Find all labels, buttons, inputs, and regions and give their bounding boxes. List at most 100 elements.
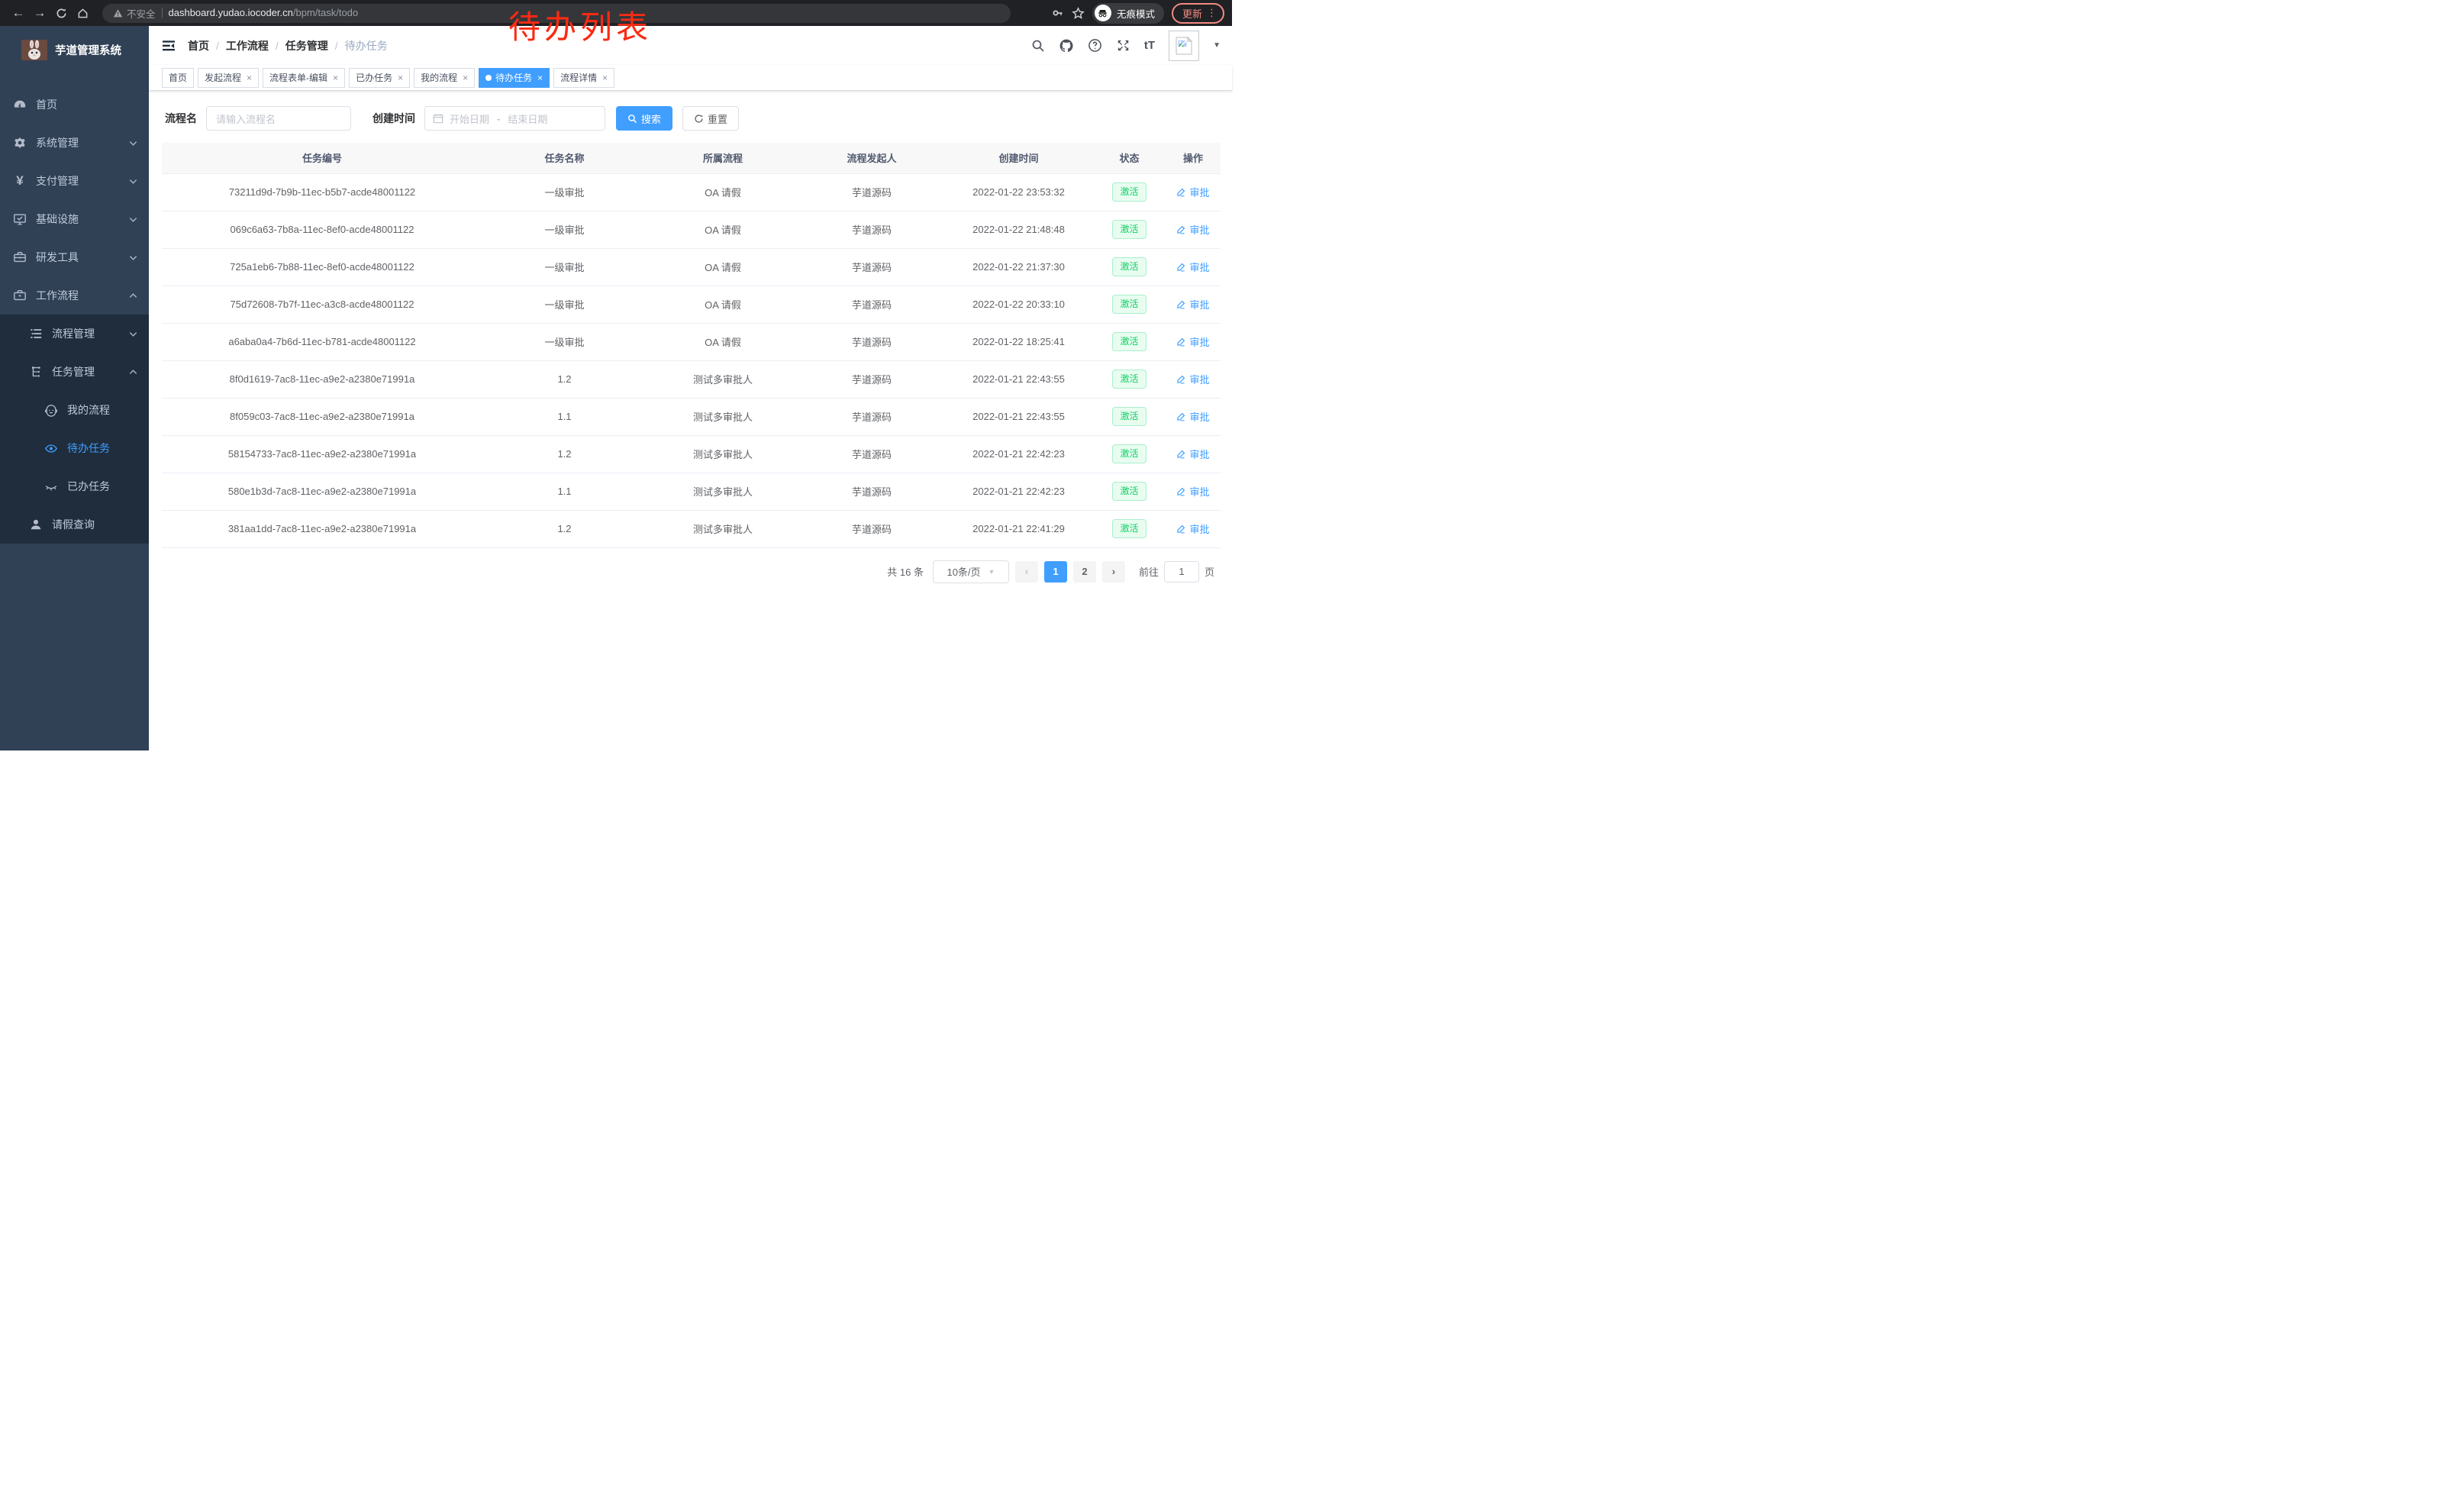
sidebar-item-briefcase[interactable]: 工作流程 xyxy=(0,276,149,315)
col-actions: 操作 xyxy=(1166,143,1221,173)
sidebar-item-tree[interactable]: 任务管理 xyxy=(0,353,149,391)
search-button[interactable]: 搜索 xyxy=(616,106,672,131)
col-status: 状态 xyxy=(1093,143,1166,173)
table-body: 73211d9d-7b9b-11ec-b5b7-acde48001122 一级审… xyxy=(162,173,1221,547)
status-badge: 激活 xyxy=(1112,182,1146,202)
tag-close-icon[interactable]: × xyxy=(398,73,403,83)
next-page-button[interactable]: › xyxy=(1102,561,1125,583)
sidebar-item-gear[interactable]: 系统管理 xyxy=(0,124,149,162)
browser-update-button[interactable]: 更新 ⋮ xyxy=(1172,3,1224,24)
tag-close-icon[interactable]: × xyxy=(247,73,252,83)
chevron-down-icon xyxy=(128,215,138,224)
toolbox-icon xyxy=(13,250,27,264)
yen-icon: ¥ xyxy=(13,174,27,188)
approve-link[interactable]: 审批 xyxy=(1176,372,1209,386)
approve-link[interactable]: 审批 xyxy=(1176,334,1209,349)
approve-link[interactable]: 审批 xyxy=(1176,222,1209,237)
process-name-input[interactable]: 请输入流程名 xyxy=(206,106,351,131)
sidebar-item-label: 基础设施 xyxy=(36,211,79,227)
approve-link[interactable]: 审批 xyxy=(1176,447,1209,461)
approve-link[interactable]: 审批 xyxy=(1176,260,1209,274)
sidebar-collapse-button[interactable] xyxy=(162,40,176,52)
bookmark-star-icon[interactable] xyxy=(1072,7,1085,20)
security-label: 不安全 xyxy=(127,6,156,21)
sidebar-item-label: 我的流程 xyxy=(67,402,110,418)
sidebar-item-eye[interactable]: 待办任务 xyxy=(0,429,149,467)
approve-link[interactable]: 审批 xyxy=(1176,409,1209,424)
status-badge: 激活 xyxy=(1112,370,1146,389)
home-icon xyxy=(77,8,89,19)
sidebar-item-label: 首页 xyxy=(36,97,57,112)
url-divider xyxy=(162,8,163,18)
browser-home-button[interactable] xyxy=(72,2,93,24)
sidebar-item-list[interactable]: 流程管理 xyxy=(0,315,149,353)
reload-icon xyxy=(56,8,67,19)
search-icon[interactable] xyxy=(1031,39,1045,53)
github-icon[interactable] xyxy=(1059,38,1074,53)
edit-pen-icon xyxy=(1176,337,1186,347)
chevron-down-icon xyxy=(128,138,138,148)
sidebar-item-monitor[interactable]: 基础设施 xyxy=(0,200,149,238)
sidebar-logo[interactable]: 芋道管理系统 xyxy=(0,31,149,69)
calendar-icon xyxy=(433,113,443,124)
refresh-icon xyxy=(694,114,704,124)
breadcrumb: 首页 / 工作流程 / 任务管理 / 待办任务 xyxy=(188,38,388,53)
tasks-table: 任务编号 任务名称 所属流程 流程发起人 创建时间 状态 操作 73211d9d… xyxy=(162,143,1221,548)
breadcrumb-task-mgmt[interactable]: 任务管理 xyxy=(285,38,328,53)
goto-suffix: 页 xyxy=(1205,564,1214,579)
sidebar-item-user[interactable]: 请假查询 xyxy=(0,505,149,544)
dashboard-icon xyxy=(13,98,27,111)
tag-item[interactable]: 我的流程 × xyxy=(414,68,475,88)
sidebar-item-label: 研发工具 xyxy=(36,250,79,265)
approve-link[interactable]: 审批 xyxy=(1176,297,1209,311)
end-date-placeholder: 结束日期 xyxy=(508,111,547,126)
breadcrumb-home[interactable]: 首页 xyxy=(188,38,209,53)
sidebar-item-robot[interactable]: 我的流程 xyxy=(0,391,149,429)
tag-close-icon[interactable]: × xyxy=(463,73,468,83)
sidebar-item-dashboard[interactable]: 首页 xyxy=(0,86,149,124)
sidebar-item-label: 任务管理 xyxy=(52,364,95,379)
fontsize-icon[interactable]: tT xyxy=(1144,39,1155,52)
avatar-caret-icon[interactable]: ▼ xyxy=(1213,41,1221,50)
tag-close-icon[interactable]: × xyxy=(602,73,608,83)
url-bar[interactable]: 不安全 dashboard.yudao.iocoder.cn/bpm/task/… xyxy=(102,4,1011,23)
breadcrumb-workflow[interactable]: 工作流程 xyxy=(226,38,269,53)
page-button-1[interactable]: 1 xyxy=(1044,561,1067,583)
reset-button[interactable]: 重置 xyxy=(682,106,739,131)
key-icon[interactable] xyxy=(1052,7,1064,19)
chevron-down-icon: ▼ xyxy=(989,568,995,576)
tag-item[interactable]: 已办任务 × xyxy=(349,68,410,88)
prev-page-button[interactable]: ‹ xyxy=(1015,561,1038,583)
status-badge: 激活 xyxy=(1112,444,1146,463)
approve-link[interactable]: 审批 xyxy=(1176,484,1209,499)
chevron-up-icon xyxy=(128,367,138,377)
tag-item[interactable]: 待办任务 × xyxy=(479,68,550,88)
sidebar-item-yen[interactable]: ¥ 支付管理 xyxy=(0,162,149,200)
total-count: 共 16 条 xyxy=(887,564,924,579)
date-range-picker[interactable]: 开始日期 - 结束日期 xyxy=(424,106,605,131)
tag-close-icon[interactable]: × xyxy=(537,73,543,83)
sidebar-item-toolbox[interactable]: 研发工具 xyxy=(0,238,149,276)
goto-page-input[interactable]: 1 xyxy=(1164,561,1199,583)
approve-link[interactable]: 审批 xyxy=(1176,521,1209,536)
tag-close-icon[interactable]: × xyxy=(333,73,338,83)
status-badge: 激活 xyxy=(1112,220,1146,239)
tag-item[interactable]: 首页 xyxy=(162,68,194,88)
browser-menu-dots-icon[interactable]: ⋮ xyxy=(1207,7,1217,19)
avatar[interactable] xyxy=(1169,31,1199,61)
tag-item[interactable]: 发起流程 × xyxy=(198,68,259,88)
browser-back-button[interactable]: ← xyxy=(8,2,29,24)
tag-item[interactable]: 流程表单-编辑 × xyxy=(263,68,345,88)
page-button-2[interactable]: 2 xyxy=(1073,561,1096,583)
page-size-select[interactable]: 10条/页 ▼ xyxy=(933,560,1009,583)
broken-image-icon xyxy=(1174,36,1194,56)
fullscreen-icon[interactable] xyxy=(1116,38,1130,53)
tag-item[interactable]: 流程详情 × xyxy=(553,68,614,88)
approve-link[interactable]: 审批 xyxy=(1176,185,1209,199)
sidebar-item-eye-closed[interactable]: 已办任务 xyxy=(0,467,149,505)
process-name-label: 流程名 xyxy=(165,111,197,126)
edit-pen-icon xyxy=(1176,486,1186,496)
question-icon[interactable] xyxy=(1088,38,1102,53)
browser-forward-button[interactable]: → xyxy=(29,2,50,24)
browser-reload-button[interactable] xyxy=(50,2,72,24)
